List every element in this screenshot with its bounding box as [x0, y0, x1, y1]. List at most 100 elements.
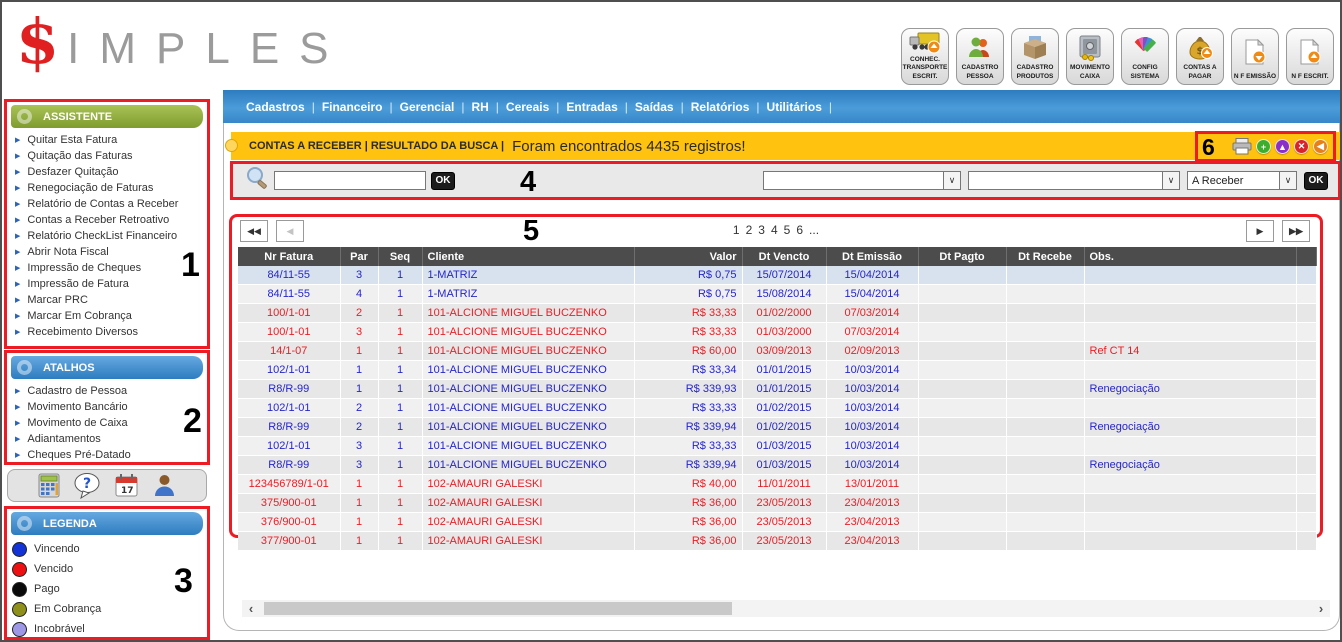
column-header-dt-vencto[interactable]: Dt Vencto — [742, 247, 826, 266]
search-ok-button[interactable]: OK — [431, 172, 455, 190]
page-number-ellipsis[interactable]: ... — [809, 223, 819, 237]
table-row[interactable]: R8/R-9911101-ALCIONE MIGUEL BUCZENKOR$ 3… — [238, 380, 1316, 399]
nav-item-financeiro[interactable]: Financeiro — [322, 100, 383, 114]
column-header-dt-emissao[interactable]: Dt Emissão — [826, 247, 918, 266]
toolbar-button-n-f-escrit[interactable]: N F ESCRIT. — [1286, 28, 1334, 85]
sidebar-item-adiantamentos[interactable]: ▶ Adiantamentos — [7, 431, 207, 447]
back-icon[interactable]: ◀ — [1313, 139, 1328, 154]
nav-item-entradas[interactable]: Entradas — [566, 100, 617, 114]
cell — [1006, 342, 1084, 361]
toolbar-button-cadastro-pessoa[interactable]: CADASTRO PESSOA — [956, 28, 1004, 85]
close-icon[interactable]: ✕ — [1294, 139, 1309, 154]
filter-ok-button[interactable]: OK — [1304, 172, 1328, 190]
toolbar-button-n-f-emissao[interactable]: N F EMISSÃO — [1231, 28, 1279, 85]
column-header-obs[interactable]: Obs. — [1084, 247, 1296, 266]
page-number-5[interactable]: 5 — [784, 223, 791, 237]
table-row[interactable]: 84/11-55411-MATRIZR$ 0,7515/08/201415/04… — [238, 285, 1316, 304]
last-page-button[interactable]: ▶▶ — [1282, 220, 1310, 242]
column-header-par[interactable]: Par — [340, 247, 378, 266]
table-row[interactable]: 375/900-0111102-AMAURI GALESKIR$ 36,0023… — [238, 494, 1316, 513]
sidebar-item-movimento-bancario[interactable]: ▶ Movimento Bancário — [7, 399, 207, 415]
page-number-1[interactable]: 1 — [733, 223, 740, 237]
filter-select-1[interactable]: ∨ — [763, 171, 961, 190]
sidebar-item-recebimento-diversos[interactable]: ▶ Recebimento Diversos — [7, 324, 207, 340]
table-row[interactable]: R8/R-9921101-ALCIONE MIGUEL BUCZENKOR$ 3… — [238, 418, 1316, 437]
sidebar-item-quitacao-das-faturas[interactable]: ▶ Quitação das Faturas — [7, 148, 207, 164]
toolbar-button-label: CADASTRO PRODUTOS — [1013, 64, 1057, 81]
column-header-seq[interactable]: Seq — [378, 247, 422, 266]
print-icon[interactable] — [1232, 138, 1252, 155]
filter-select-2[interactable]: ∨ — [968, 171, 1180, 190]
nav-item-utilitarios[interactable]: Utilitários — [767, 100, 822, 114]
nav-item-rh[interactable]: RH — [471, 100, 488, 114]
cell — [918, 532, 1006, 551]
nav-item-cereais[interactable]: Cereais — [506, 100, 549, 114]
table-row[interactable]: 84/11-55311-MATRIZR$ 0,7515/07/201415/04… — [238, 266, 1316, 285]
sidebar-item-abrir-nota-fiscal[interactable]: ▶ Abrir Nota Fiscal — [7, 244, 207, 260]
sidebar-item-impressao-de-cheques[interactable]: ▶ Impressão de Cheques — [7, 260, 207, 276]
sidebar-item-marcar-prc[interactable]: ▶ Marcar PRC — [7, 292, 207, 308]
search-input[interactable] — [274, 171, 426, 190]
sidebar-item-relatorio-de-contas-a-receber[interactable]: ▶ Relatório de Contas a Receber — [7, 196, 207, 212]
next-page-button[interactable]: ▶ — [1246, 220, 1274, 242]
cell: 23/05/2013 — [742, 494, 826, 513]
column-header-cliente[interactable]: Cliente — [422, 247, 634, 266]
table-row[interactable]: 376/900-0111102-AMAURI GALESKIR$ 36,0023… — [238, 513, 1316, 532]
table-row[interactable]: 377/900-0111102-AMAURI GALESKIR$ 36,0023… — [238, 532, 1316, 551]
toolbar-button-movimento-caixa[interactable]: MOVIMENTO CAIXA — [1066, 28, 1114, 85]
cell: 23/05/2013 — [742, 532, 826, 551]
table-row[interactable]: 14/1-0711101-ALCIONE MIGUEL BUCZENKOR$ 6… — [238, 342, 1316, 361]
toolbar-button-config-sistema[interactable]: CONFIG SISTEMA — [1121, 28, 1169, 85]
table-row[interactable]: 123456789/1-0111102-AMAURI GALESKIR$ 40,… — [238, 475, 1316, 494]
scroll-right-icon[interactable]: › — [1314, 600, 1328, 617]
filter-select-3[interactable]: A Receber ∨ — [1187, 171, 1297, 190]
column-header-valor[interactable]: Valor — [634, 247, 742, 266]
column-header-dt-recebe[interactable]: Dt Recebe — [1006, 247, 1084, 266]
page-number-4[interactable]: 4 — [771, 223, 778, 237]
cell: 1 — [340, 361, 378, 380]
calendar-icon[interactable]: 17 — [114, 473, 139, 498]
calculator-icon[interactable] — [38, 473, 60, 498]
nav-item-saidas[interactable]: Saídas — [635, 100, 674, 114]
table-row[interactable]: 100/1-0121101-ALCIONE MIGUEL BUCZENKOR$ … — [238, 304, 1316, 323]
scrollbar-thumb[interactable] — [264, 602, 732, 615]
page-number-2[interactable]: 2 — [746, 223, 753, 237]
cell: 1 — [340, 380, 378, 399]
page-number-6[interactable]: 6 — [796, 223, 803, 237]
table-row[interactable]: 102/1-0131101-ALCIONE MIGUEL BUCZENKOR$ … — [238, 437, 1316, 456]
user-icon[interactable] — [152, 473, 177, 498]
toolbar-button-cadastro-produtos[interactable]: CADASTRO PRODUTOS — [1011, 28, 1059, 85]
add-icon[interactable]: + — [1256, 139, 1271, 154]
page-number-3[interactable]: 3 — [758, 223, 765, 237]
table-row[interactable]: 102/1-0111101-ALCIONE MIGUEL BUCZENKOR$ … — [238, 361, 1316, 380]
sidebar-item-relatorio-checklist-financeiro[interactable]: ▶ Relatório CheckList Financeiro — [7, 228, 207, 244]
sidebar-item-cheques-pre-datado[interactable]: ▶ Cheques Pré-Datado — [7, 447, 207, 463]
table-row[interactable]: R8/R-9931101-ALCIONE MIGUEL BUCZENKOR$ 3… — [238, 456, 1316, 475]
move-up-icon[interactable]: ▲ — [1275, 139, 1290, 154]
top-toolbar: CONHEC. TRANSPORTE ESCRIT. CADASTRO PESS… — [901, 28, 1334, 85]
toolbar-button-conhec-transporte-escrit[interactable]: CONHEC. TRANSPORTE ESCRIT. — [901, 28, 949, 85]
sidebar-item-quitar-esta-fatura[interactable]: ▶ Quitar Esta Fatura — [7, 132, 207, 148]
sidebar-item-contas-a-receber-retroativo[interactable]: ▶ Contas a Receber Retroativo — [7, 212, 207, 228]
cell — [1006, 437, 1084, 456]
toolbar-button-contas-a-pagar[interactable]: $ CONTAS A PAGAR — [1176, 28, 1224, 85]
table-row[interactable]: 102/1-0121101-ALCIONE MIGUEL BUCZENKOR$ … — [238, 399, 1316, 418]
nav-item-gerencial[interactable]: Gerencial — [400, 100, 455, 114]
help-icon[interactable]: ? — [73, 472, 101, 499]
sidebar-item-desfazer-quitacao[interactable]: ▶ Desfazer Quitação — [7, 164, 207, 180]
nav-item-relatorios[interactable]: Relatórios — [691, 100, 750, 114]
table-row[interactable]: 100/1-0131101-ALCIONE MIGUEL BUCZENKOR$ … — [238, 323, 1316, 342]
scroll-left-icon[interactable]: ‹ — [244, 600, 258, 617]
toolbar-button-label: CONHEC. TRANSPORTE ESCRIT. — [903, 56, 948, 81]
column-header-dt-pagto[interactable]: Dt Pagto — [918, 247, 1006, 266]
sidebar-item-movimento-de-caixa[interactable]: ▶ Movimento de Caixa — [7, 415, 207, 431]
legend-item-label: Vencido — [34, 563, 73, 575]
cell: 10/03/2014 — [826, 380, 918, 399]
sidebar-item-cadastro-de-pessoa[interactable]: ▶ Cadastro de Pessoa — [7, 383, 207, 399]
column-header-nr-fatura[interactable]: Nr Fatura — [238, 247, 340, 266]
sidebar-item-renegociacao-de-faturas[interactable]: ▶ Renegociação de Faturas — [7, 180, 207, 196]
sidebar-item-marcar-em-cobranca[interactable]: ▶ Marcar Em Cobrança — [7, 308, 207, 324]
sidebar-item-impressao-de-fatura[interactable]: ▶ Impressão de Fatura — [7, 276, 207, 292]
nav-item-cadastros[interactable]: Cadastros — [246, 100, 305, 114]
cell: 23/04/2013 — [826, 494, 918, 513]
